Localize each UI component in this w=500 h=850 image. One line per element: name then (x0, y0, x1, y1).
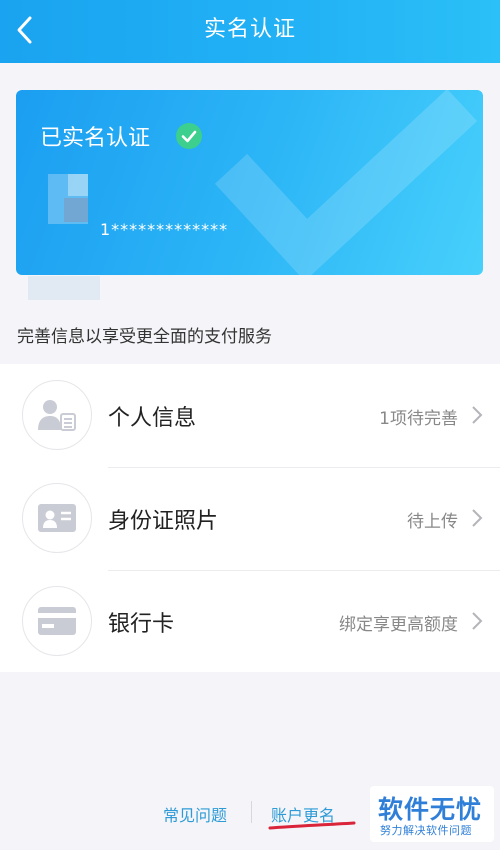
item-label: 银行卡 (108, 612, 175, 637)
blurred-name-part (68, 174, 88, 196)
chevron-right-icon (472, 509, 483, 527)
watermark-title: 软件无忧 (378, 795, 483, 824)
list-item-personal-info[interactable]: 个人信息 1项待完善 (0, 364, 500, 467)
verification-card: 已实名认证 1************* (16, 90, 483, 275)
info-list: 个人信息 1项待完善 身份证照片 待上传 银行卡 绑定享更高额度 (0, 364, 500, 672)
site-watermark: 软件无忧 努力解决软件问题 (370, 786, 494, 842)
icon-circle (22, 586, 92, 656)
chevron-right-icon (472, 406, 483, 424)
item-status: 绑定享更高额度 (339, 615, 458, 635)
nav-header: 实名认证 (0, 0, 500, 63)
blurred-shadow (28, 276, 100, 300)
list-item-bank-card[interactable]: 银行卡 绑定享更高额度 (0, 570, 500, 673)
icon-circle (22, 483, 92, 553)
item-status: 1项待完善 (379, 409, 458, 429)
chevron-right-icon (472, 612, 483, 630)
person-id-icon (38, 400, 76, 431)
id-card-icon (38, 504, 76, 532)
page-title: 实名认证 (203, 17, 296, 42)
icon-circle (22, 380, 92, 450)
list-item-id-photo[interactable]: 身份证照片 待上传 (0, 467, 500, 570)
annotation-underline (268, 821, 356, 830)
id-number: 1************* (100, 220, 229, 239)
item-status: 待上传 (407, 512, 458, 532)
item-label: 身份证照片 (108, 509, 219, 534)
verified-status: 已实名认证 (40, 126, 151, 151)
blurred-avatar (64, 198, 88, 222)
item-label: 个人信息 (108, 406, 197, 431)
hint-text: 完善信息以享受更全面的支付服务 (17, 327, 272, 347)
watermark-subtitle: 努力解决软件问题 (380, 824, 472, 837)
faq-link[interactable]: 常见问题 (163, 802, 227, 826)
check-circle-icon (176, 123, 202, 149)
footer-separator (251, 801, 252, 823)
bank-card-icon (38, 607, 76, 635)
